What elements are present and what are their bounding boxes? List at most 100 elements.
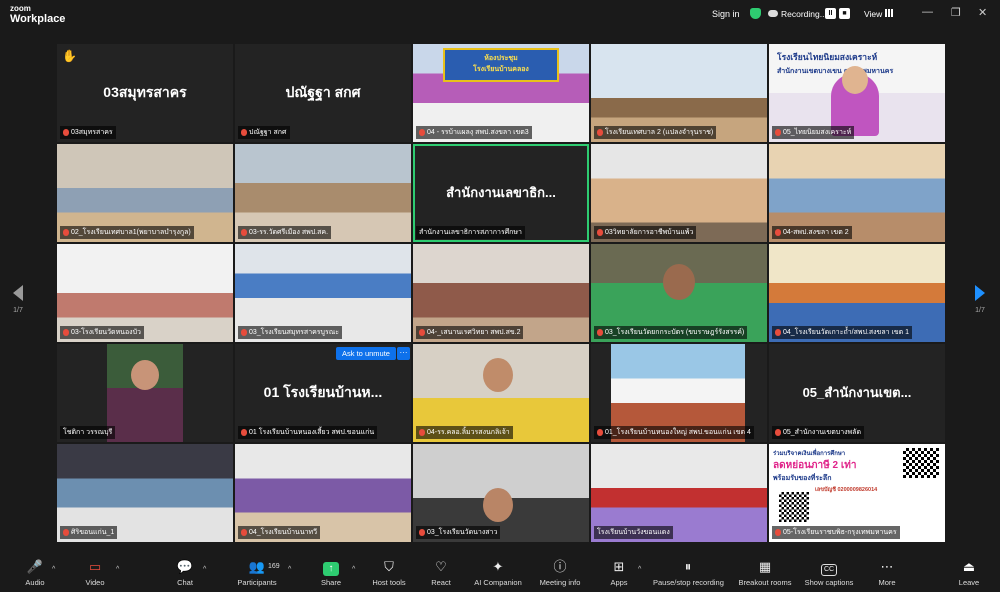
- cc-text: CC: [820, 564, 838, 576]
- participant-label: สำนักงานเลขาธิการสภาการศึกษา: [416, 226, 525, 239]
- participant-tile[interactable]: 05_สำนักงานเขต... 05_สำนักงานเขตบางพลัด: [769, 344, 945, 442]
- more-label: More: [878, 578, 896, 587]
- ask-to-unmute-button[interactable]: Ask to unmute: [336, 347, 396, 360]
- camera-off-icon: ▭: [88, 559, 102, 574]
- title-bar: zoom Workplace Sign in Recording... II ■…: [0, 0, 1000, 28]
- mic-muted-icon: [63, 229, 69, 236]
- leave-button[interactable]: ⏏ Leave: [934, 558, 1000, 587]
- participant-label: 04-รร.คลอ.ลิ้มวรสงนกลิเจ้า: [416, 426, 513, 439]
- mic-muted-icon: [775, 229, 781, 236]
- participant-name: โรงเรียนเทศบาล 2 (แปลงจำรุนราช): [605, 129, 714, 136]
- pause-stop-icon: ⏸: [684, 559, 692, 574]
- participant-label: 04-สพป.สงขลา เขต 2: [772, 226, 852, 239]
- breakout-rooms-button[interactable]: ▦ Breakout rooms: [730, 558, 800, 587]
- school-banner-text: โรงเรียนไทยนิยมสงเคราะห์: [777, 52, 878, 62]
- participant-name: ศิริขอนแก่น_1: [71, 529, 115, 536]
- ai-companion-label: AI Companion: [474, 578, 522, 587]
- mic-muted-icon: [775, 129, 781, 136]
- stop-recording-icon[interactable]: ■: [839, 8, 850, 19]
- mic-muted-icon: [241, 529, 247, 536]
- chat-options-caret-icon[interactable]: ^: [203, 566, 206, 573]
- participant-name-large: สำนักงานเลขาธิก...: [446, 185, 556, 200]
- participant-tile[interactable]: 04_โรงเรียนวัดเกาะถ้ำ/สพป.สงขลา เขต 1: [769, 244, 945, 342]
- participant-tile[interactable]: โชติกา วรรณบุรี: [57, 344, 233, 442]
- more-button[interactable]: ⋯ More: [852, 558, 922, 587]
- view-button[interactable]: View: [864, 9, 882, 19]
- participant-tile[interactable]: 04_โรงเรียนบ้านนาทวี: [235, 444, 411, 542]
- participant-tile[interactable]: 03-โรงเรียนวัดหนองบัว: [57, 244, 233, 342]
- participants-button[interactable]: 👥 Participants: [222, 558, 292, 587]
- participant-tile[interactable]: 01_โรงเรียนบ้านหนองใหญ่ สพป.ขอนแก่น เขต …: [591, 344, 767, 442]
- participant-label: 01 โรงเรียนบ้านหนองเสี้ยว สพป.ขอนแก่น: [238, 426, 378, 439]
- chat-button[interactable]: 💬 Chat: [150, 558, 220, 587]
- mic-muted-icon: [241, 129, 247, 136]
- pause-recording-icon[interactable]: II: [825, 8, 836, 19]
- participant-label: โรงเรียนเทศบาล 2 (แปลงจำรุนราช): [594, 126, 717, 139]
- mic-muted-icon: [241, 229, 247, 236]
- participant-label: 03_โรงเรียนวัดยกกระบัตร (ขบราษฎร์รังสรรค…: [594, 326, 748, 339]
- participant-tile[interactable]: 04-รร.คลอ.ลิ้มวรสงนกลิเจ้า: [413, 344, 589, 442]
- video-button[interactable]: ▭ Video: [60, 558, 130, 587]
- participant-tile[interactable]: 03วิทยาลัยการอาชีพบ้านแพ้ว: [591, 144, 767, 242]
- person-face: [842, 66, 868, 94]
- participants-label: Participants: [237, 578, 277, 587]
- chat-label: Chat: [177, 578, 193, 587]
- participant-tile[interactable]: 04-สพป.สงขลา เขต 2: [769, 144, 945, 242]
- mic-muted-icon: [63, 529, 69, 536]
- minimize-icon[interactable]: —: [922, 6, 933, 18]
- security-shield-icon[interactable]: [750, 8, 761, 19]
- participant-tile-active-speaker[interactable]: สำนักงานเลขาธิก... สำนักงานเลขาธิการสภาก…: [413, 144, 589, 242]
- participant-name: 01 โรงเรียนบ้านหนองเสี้ยว สพป.ขอนแก่น: [249, 429, 375, 436]
- participant-label: 04_โรงเรียนบ้านนาทวี: [238, 526, 321, 539]
- close-icon[interactable]: ✕: [978, 6, 987, 19]
- participant-label: 03_โรงเรียนวัดนางสาว: [416, 526, 501, 539]
- mic-muted-icon: [775, 429, 781, 436]
- participant-tile[interactable]: 04-_เสนานเรศวิทยา สพป.สข.2: [413, 244, 589, 342]
- mic-muted-icon: [419, 429, 425, 436]
- participant-label: 03-โรงเรียนวัดหนองบัว: [60, 326, 144, 339]
- arrow-right-icon[interactable]: [975, 285, 985, 301]
- mic-muted-icon: [775, 329, 781, 336]
- participant-tile[interactable]: 03_โรงเรียนสมุทรสาครบูรณะ: [235, 244, 411, 342]
- tile-more-button[interactable]: ···: [397, 347, 410, 360]
- apps-options-caret-icon[interactable]: ^: [638, 566, 641, 573]
- video-label: Video: [85, 578, 105, 587]
- mic-muted-icon: [63, 329, 69, 336]
- participant-tile[interactable]: ปณัฐฐา สกศ ปณัฐฐา สกศ: [235, 44, 411, 142]
- previous-page[interactable]: 1/7: [13, 285, 23, 314]
- sparkle-icon: ✦: [492, 559, 504, 574]
- participant-tile[interactable]: โรงเรียนเทศบาล 2 (แปลงจำรุนราช): [591, 44, 767, 142]
- participant-tile[interactable]: โรงเรียนบ้านวังขอนแดง: [591, 444, 767, 542]
- sign-in-link[interactable]: Sign in: [712, 9, 740, 19]
- video-options-caret-icon[interactable]: ^: [116, 566, 119, 573]
- participant-tile[interactable]: ✋ 03สมุทรสาคร 03สมุทรสาคร: [57, 44, 233, 142]
- more-dots-icon: ⋯: [880, 559, 894, 574]
- participant-tile[interactable]: 03_โรงเรียนวัดยกกระบัตร (ขบราษฎร์รังสรรค…: [591, 244, 767, 342]
- participant-tile[interactable]: ศิริขอนแก่น_1: [57, 444, 233, 542]
- person-face: [663, 264, 695, 300]
- person-face: [483, 358, 513, 392]
- apps-button[interactable]: ⊞ Apps: [584, 558, 654, 587]
- participant-tile[interactable]: 03_โรงเรียนวัดนางสาว: [413, 444, 589, 542]
- qr-code-icon: [779, 492, 809, 522]
- participant-tile[interactable]: โรงเรียนไทยนิยมสงเคราะห์ สำนักงานเขตบางเ…: [769, 44, 945, 142]
- arrow-left-icon[interactable]: [13, 285, 23, 301]
- participants-options-caret-icon[interactable]: ^: [288, 566, 291, 573]
- participant-name: 03_โรงเรียนวัดนางสาว: [427, 529, 498, 536]
- audio-options-caret-icon[interactable]: ^: [52, 566, 55, 573]
- participant-label: 03สมุทรสาคร: [60, 126, 116, 139]
- participant-label: 04_โรงเรียนวัดเกาะถ้ำ/สพป.สงขลา เขต 1: [772, 326, 913, 339]
- next-page[interactable]: 1/7: [975, 285, 985, 314]
- participant-tile[interactable]: 03-รร.วัดศรีเมือง สพป.สค.: [235, 144, 411, 242]
- restore-icon[interactable]: ❐: [951, 6, 961, 19]
- grid-view-icon[interactable]: [885, 9, 893, 17]
- cloud-icon: [768, 10, 778, 17]
- ai-companion-button[interactable]: ✦ AI Companion: [463, 558, 533, 587]
- mic-muted-icon: [419, 529, 425, 536]
- participant-tile[interactable]: 02_โรงเรียนเทศบาล1(พยาบาลบำรุงกูล): [57, 144, 233, 242]
- page-indicator-right: 1/7: [975, 307, 985, 314]
- logo-line2: Workplace: [10, 13, 66, 25]
- pause-stop-recording-button[interactable]: ⏸ Pause/stop recording: [653, 558, 724, 587]
- participant-tile[interactable]: ร่วมบริจาคเงินเพื่อการศึกษา ลดหย่อนภาษี …: [769, 444, 945, 542]
- participant-tile[interactable]: ห้องประชุม โรงเรียนบ้านคลอง 04 - รรบ้าแผ…: [413, 44, 589, 142]
